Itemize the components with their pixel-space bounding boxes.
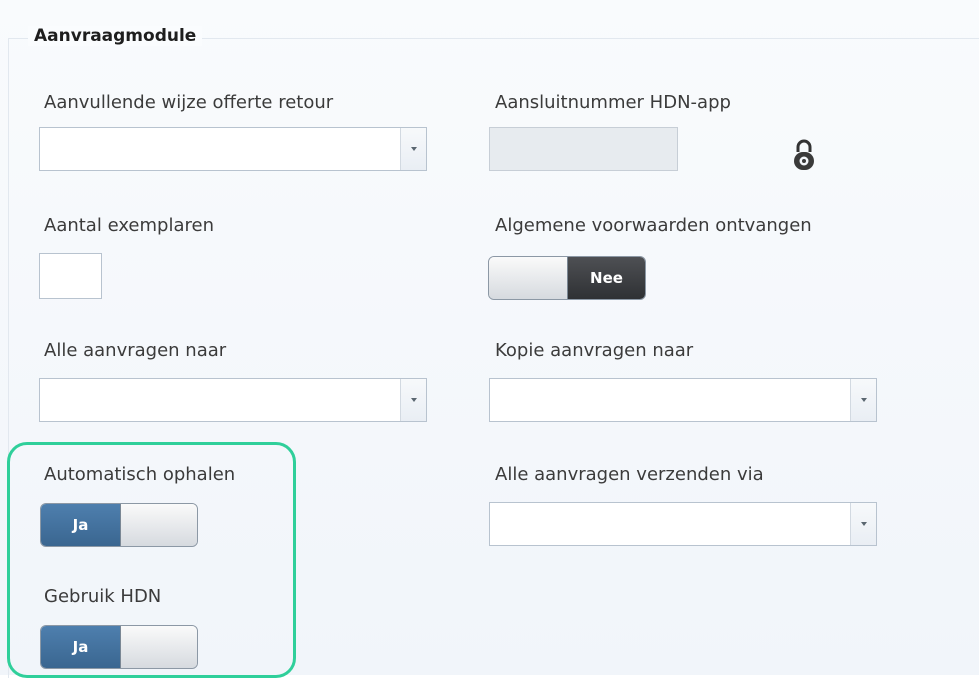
offerte-retour-dropdown[interactable] <box>39 127 427 171</box>
group-title: Aanvraagmodule <box>28 26 203 46</box>
aansluitnummer-label: Aansluitnummer HDN-app <box>495 92 731 113</box>
toggle-state-label: Nee <box>567 257 645 299</box>
alle-aanvragen-naar-dropdown[interactable] <box>39 378 427 422</box>
chevron-down-icon[interactable] <box>850 503 876 545</box>
verzenden-via-dropdown[interactable] <box>489 502 877 546</box>
alle-aanvragen-naar-label: Alle aanvragen naar <box>44 340 227 361</box>
chevron-down-icon[interactable] <box>400 379 426 421</box>
settings-panel: Aanvraagmodule Aanvullende wijze offerte… <box>0 0 979 678</box>
kopie-aanvragen-naar-dropdown[interactable] <box>489 378 877 422</box>
algemene-voorwaarden-toggle[interactable]: Nee <box>488 256 646 300</box>
lock-icon <box>794 139 814 170</box>
highlight-frame <box>7 442 296 678</box>
aantal-exemplaren-input[interactable] <box>39 253 102 299</box>
aansluitnummer-input <box>489 127 678 171</box>
toggle-knob <box>489 257 567 299</box>
chevron-down-icon[interactable] <box>400 128 426 170</box>
aantal-exemplaren-label: Aantal exemplaren <box>44 215 214 236</box>
offerte-retour-label: Aanvullende wijze offerte retour <box>44 92 334 113</box>
algemene-voorwaarden-label: Algemene voorwaarden ontvangen <box>495 215 812 236</box>
kopie-aanvragen-naar-label: Kopie aanvragen naar <box>495 340 694 361</box>
verzenden-via-label: Alle aanvragen verzenden via <box>495 464 764 485</box>
chevron-down-icon[interactable] <box>850 379 876 421</box>
